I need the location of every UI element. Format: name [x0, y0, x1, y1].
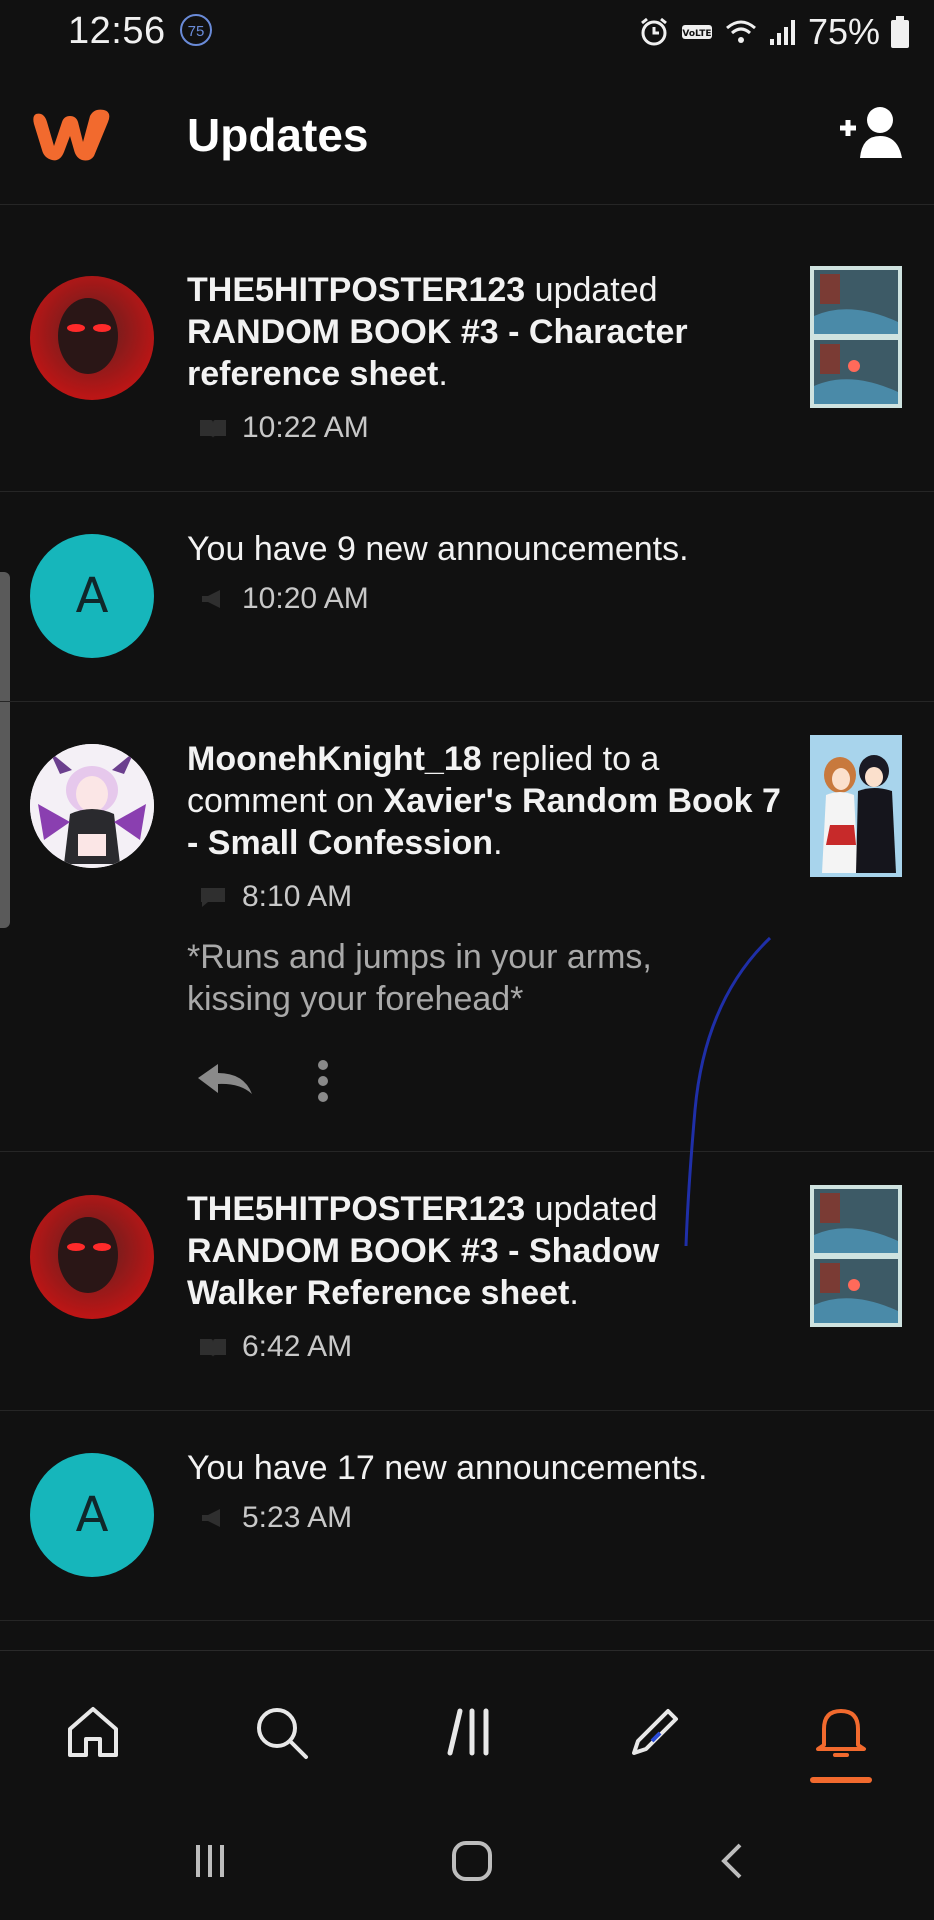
story-thumbnail[interactable] — [810, 266, 902, 408]
timestamp: 10:22 AM — [242, 411, 369, 444]
update-text: MoonehKnight_18 replied to a comment on … — [187, 738, 787, 864]
list-item[interactable]: THE5HITPOSTER123 updated RANDOM BOOK #3 … — [0, 233, 934, 492]
update-verb: updated — [525, 1190, 658, 1228]
username[interactable]: THE5HITPOSTER123 — [187, 1190, 525, 1228]
avatar: A — [30, 534, 154, 658]
volte-icon: VoLTE — [681, 25, 712, 39]
status-icons: VoLTE 75% — [638, 10, 910, 54]
update-text: THE5HITPOSTER123 updated RANDOM BOOK #3 … — [187, 1188, 707, 1314]
update-text: THE5HITPOSTER123 updated RANDOM BOOK #3 … — [187, 269, 707, 395]
username[interactable]: MoonehKnight_18 — [187, 740, 482, 778]
update-verb: updated — [525, 271, 658, 309]
comment-excerpt: *Runs and jumps in your arms, kissing yo… — [187, 938, 652, 1018]
megaphone-icon — [202, 1509, 220, 1527]
back-icon — [721, 1843, 742, 1879]
add-user-icon[interactable] — [836, 104, 908, 160]
bottom-navigation — [0, 1650, 934, 1801]
book-icon — [200, 420, 226, 438]
battery-percent: 75% — [807, 11, 880, 52]
megaphone-icon — [202, 590, 220, 608]
status-time: 12:56 — [68, 10, 166, 52]
wattpad-logo[interactable] — [30, 104, 114, 164]
timestamp-row: 10:20 AM — [198, 582, 369, 616]
punctuation: . — [438, 355, 448, 393]
home-button[interactable] — [442, 1836, 502, 1886]
avatar[interactable] — [30, 276, 154, 400]
username[interactable]: THE5HITPOSTER123 — [187, 271, 525, 309]
punctuation: . — [569, 1274, 579, 1312]
recents-icon — [196, 1845, 224, 1877]
status-notification-badge: 75 — [180, 14, 212, 46]
home-icon — [68, 1707, 118, 1757]
avatar[interactable] — [30, 744, 154, 868]
nav-home[interactable] — [58, 1697, 128, 1767]
page-title: Updates — [187, 109, 369, 161]
reply-icon[interactable] — [194, 1060, 256, 1100]
user-avatar-red-eyes — [30, 276, 154, 400]
list-item[interactable]: THE5HITPOSTER123 updated RANDOM BOOK #3 … — [0, 1152, 934, 1411]
timestamp-row: 10:22 AM — [198, 411, 369, 445]
nav-library[interactable] — [434, 1697, 504, 1767]
timestamp: 6:42 AM — [242, 1330, 353, 1363]
active-tab-indicator — [810, 1777, 872, 1783]
list-item[interactable]: A You have 9 new announcements. 10:20 AM — [0, 492, 934, 702]
home-button-icon — [452, 1841, 492, 1881]
write-icon — [632, 1709, 678, 1755]
search-icon — [257, 1708, 308, 1759]
wifi-icon — [725, 20, 756, 43]
app-bar: Updates — [0, 64, 934, 205]
status-bar: 12:56 75 VoLTE 75% — [0, 0, 934, 64]
timestamp: 10:20 AM — [242, 582, 369, 615]
avatar: A — [30, 1453, 154, 1577]
user-avatar-anime — [30, 744, 154, 868]
announcement-text: You have 17 new announcements. — [187, 1449, 708, 1487]
back-button[interactable] — [704, 1836, 764, 1886]
story-cover-thumbnail[interactable] — [810, 735, 902, 877]
timestamp-row: 5:23 AM — [198, 1501, 352, 1535]
avatar[interactable] — [30, 1195, 154, 1319]
punctuation: . — [493, 824, 503, 862]
svg-text:VoLTE: VoLTE — [682, 29, 711, 39]
system-navigation-bar — [0, 1800, 934, 1920]
notifications-icon — [816, 1709, 866, 1757]
alarm-icon — [641, 17, 667, 46]
nav-notifications[interactable] — [806, 1697, 876, 1767]
battery-icon — [891, 16, 909, 48]
comment-icon — [201, 888, 225, 907]
more-options-icon[interactable] — [316, 1058, 330, 1104]
timestamp: 8:10 AM — [242, 880, 353, 913]
user-avatar-red-eyes — [30, 1195, 154, 1319]
story-thumbnail[interactable] — [810, 1185, 902, 1327]
nav-write[interactable] — [620, 1697, 690, 1767]
timestamp-row: 8:10 AM — [198, 880, 352, 914]
recents-button[interactable] — [180, 1836, 240, 1886]
nav-search[interactable] — [246, 1697, 316, 1767]
updates-feed: THE5HITPOSTER123 updated RANDOM BOOK #3 … — [0, 233, 934, 1621]
book-icon — [200, 1339, 226, 1357]
signal-icon — [769, 20, 795, 45]
announcement-text: You have 9 new announcements. — [187, 530, 689, 568]
story-title[interactable]: RANDOM BOOK #3 - Shadow Walker Reference… — [187, 1232, 659, 1312]
library-icon — [447, 1708, 489, 1756]
timestamp: 5:23 AM — [242, 1501, 353, 1534]
timestamp-row: 6:42 AM — [198, 1330, 352, 1364]
list-item[interactable]: MoonehKnight_18 replied to a comment on … — [0, 702, 934, 1152]
list-item[interactable]: A You have 17 new announcements. 5:23 AM — [0, 1411, 934, 1621]
